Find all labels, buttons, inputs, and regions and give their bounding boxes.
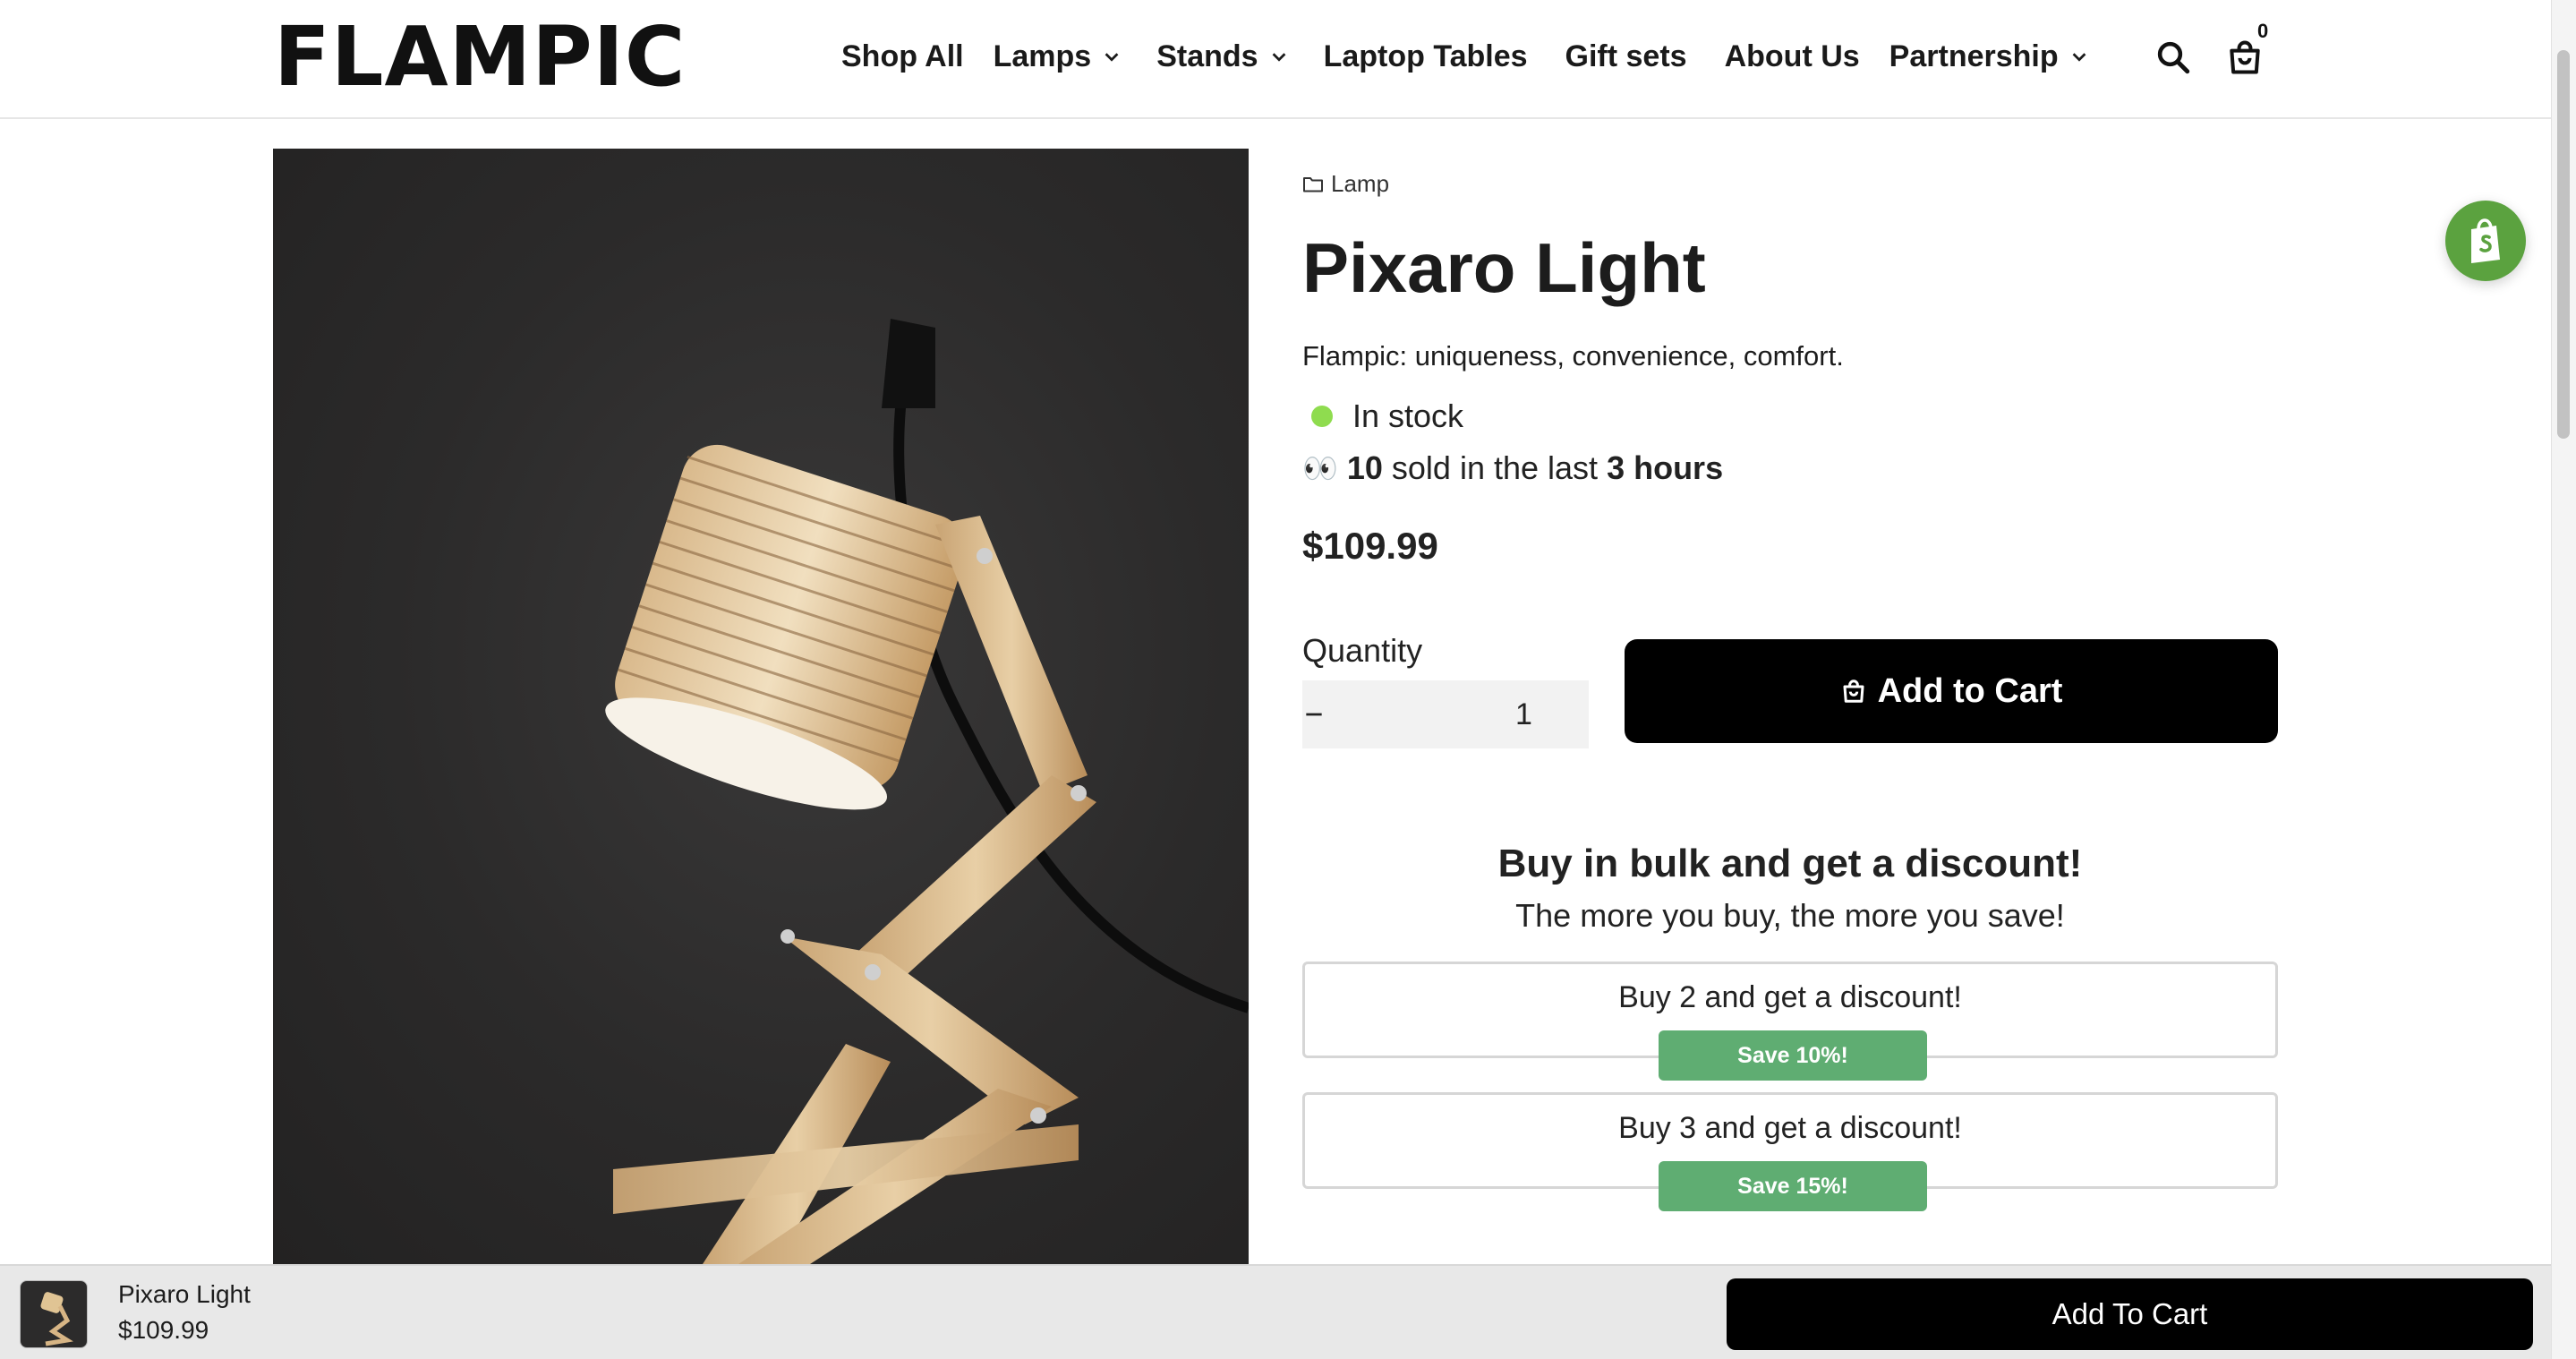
bulk-offer-label: Buy 2 and get a discount! bbox=[1618, 980, 1962, 1014]
nav-about-us[interactable]: About Us bbox=[1725, 39, 1860, 74]
minus-icon bbox=[1306, 713, 1322, 716]
lamp-thumbnail-icon bbox=[40, 1292, 73, 1346]
header-icons bbox=[2148, 32, 2270, 82]
lamp-photo bbox=[605, 319, 1249, 1264]
search-icon bbox=[2157, 41, 2190, 74]
bulk-offer-label: Buy 3 and get a discount! bbox=[1618, 1111, 1962, 1145]
main-nav: Shop All Lamps Stands Laptop Tables Gift… bbox=[841, 27, 2094, 86]
search-button[interactable] bbox=[2148, 32, 2198, 82]
nav-gift-sets[interactable]: Gift sets bbox=[1565, 39, 1687, 74]
bulk-offer-option[interactable]: Buy 2 and get a discount! Save 10%! bbox=[1302, 962, 2278, 1081]
site-header: FLAMPIC Shop All Lamps Stands Laptop Tab… bbox=[0, 0, 2551, 119]
savings-badge: Save 15%! bbox=[1659, 1161, 1927, 1211]
sticky-product-price: $109.99 bbox=[118, 1316, 209, 1344]
site-logo[interactable]: FLAMPIC bbox=[274, 13, 686, 102]
nav-label: Stands bbox=[1156, 38, 1258, 73]
product-tagline: Flampic: uniqueness, convenience, comfor… bbox=[1302, 340, 1844, 372]
folder-icon bbox=[1303, 176, 1323, 192]
sold-period: 3 hours bbox=[1607, 449, 1724, 486]
product-image[interactable] bbox=[273, 149, 1249, 1264]
add-to-cart-label: Add to Cart bbox=[1877, 671, 2063, 710]
nav-stands[interactable]: Stands bbox=[1156, 39, 1293, 74]
sold-counter: 👀 10 sold in the last 3 hours bbox=[1302, 449, 1723, 487]
breadcrumb-label: Lamp bbox=[1331, 170, 1390, 197]
nav-partnership[interactable]: Partnership bbox=[1889, 39, 2094, 74]
shopify-badge-button[interactable] bbox=[2445, 201, 2526, 281]
bulk-discount-title: Buy in bulk and get a discount! bbox=[1497, 842, 2083, 885]
sticky-product-name: Pixaro Light bbox=[118, 1280, 251, 1308]
nav-lamps[interactable]: Lamps bbox=[994, 39, 1128, 74]
stock-status: In stock bbox=[1302, 397, 1463, 435]
shopping-bag-icon bbox=[1843, 680, 1864, 703]
stock-dot-icon bbox=[1311, 406, 1333, 427]
add-to-cart-button[interactable]: Add to Cart bbox=[1625, 639, 2278, 743]
sticky-add-to-cart-bar: Pixaro Light $109.99 Add To Cart bbox=[0, 1264, 2551, 1359]
quantity-decrease-button[interactable] bbox=[1302, 680, 1326, 748]
nav-label: Laptop Tables bbox=[1323, 38, 1528, 73]
chevron-down-icon bbox=[2072, 53, 2086, 62]
stock-label: In stock bbox=[1352, 397, 1464, 434]
breadcrumb[interactable]: Lamp bbox=[1302, 170, 1389, 198]
sold-count: 10 bbox=[1346, 449, 1383, 486]
nav-shop-all[interactable]: Shop All bbox=[841, 39, 964, 74]
page-scrollbar-thumb[interactable] bbox=[2557, 50, 2570, 439]
shopify-bag-icon bbox=[2471, 218, 2500, 263]
eyes-icon: 👀 bbox=[1302, 452, 1338, 484]
sticky-add-to-cart-button[interactable]: Add To Cart bbox=[1727, 1278, 2533, 1350]
quantity-label: Quantity bbox=[1302, 632, 1423, 669]
nav-label: About Us bbox=[1724, 38, 1860, 73]
chevron-down-icon bbox=[1272, 53, 1285, 62]
quantity-stepper bbox=[1302, 680, 1742, 748]
bulk-discount-subtitle: The more you buy, the more you save! bbox=[1515, 897, 2065, 934]
nav-label: Partnership bbox=[1889, 38, 2059, 73]
nav-laptop-tables[interactable]: Laptop Tables bbox=[1324, 39, 1528, 74]
product-price: $109.99 bbox=[1302, 525, 1438, 567]
nav-label: Lamps bbox=[993, 38, 1092, 73]
chevron-down-icon bbox=[1105, 53, 1119, 62]
sold-text: sold in the last bbox=[1391, 449, 1599, 486]
product-thumbnail bbox=[20, 1280, 88, 1348]
nav-label: Shop All bbox=[841, 38, 964, 73]
nav-label: Gift sets bbox=[1565, 38, 1687, 73]
cart-count-badge: 0 bbox=[2257, 20, 2269, 42]
bulk-offer-option[interactable]: Buy 3 and get a discount! Save 15%! bbox=[1302, 1092, 2278, 1211]
product-title: Pixaro Light bbox=[1302, 228, 1706, 307]
savings-badge: Save 10%! bbox=[1659, 1030, 1927, 1081]
